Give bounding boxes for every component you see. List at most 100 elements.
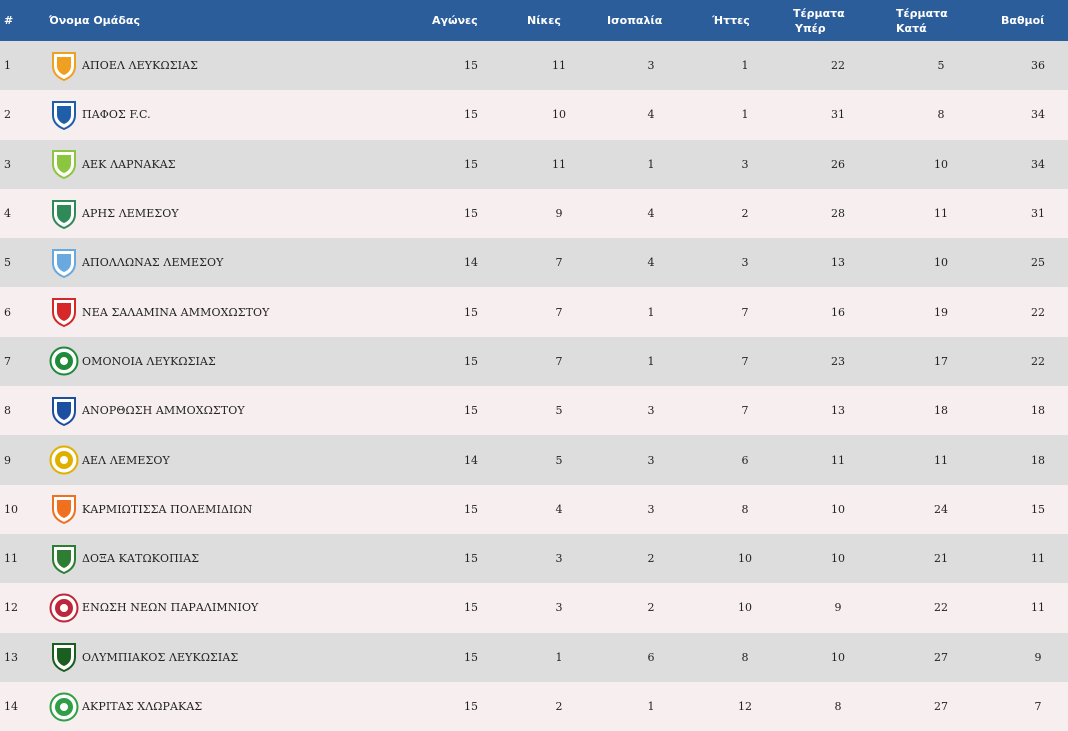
header-wins: Νίκες <box>527 14 561 27</box>
losses-cell: 6 <box>741 453 749 467</box>
played-cell: 15 <box>464 601 478 615</box>
header-goals-against-line1: Τέρματα <box>896 6 948 20</box>
wins-cell: 9 <box>555 207 563 221</box>
team-name[interactable]: ΑΕΛ ΛΕΜΕΣΟΥ <box>82 435 170 484</box>
doxa-crest-icon <box>48 534 80 583</box>
played-cell: 14 <box>464 256 478 270</box>
aris-crest-icon <box>48 189 80 238</box>
table-row[interactable]: 6 ΝΕΑ ΣΑΛΑΜΙΝΑ ΑΜΜΟΧΩΣΤΟΥ 15 7 1 7 16 19… <box>0 287 1068 337</box>
goals-for-cell: 31 <box>831 108 845 122</box>
rank-cell: 5 <box>4 256 11 270</box>
played-cell: 15 <box>464 207 478 221</box>
played-cell: 15 <box>464 305 478 319</box>
team-name[interactable]: ΔΟΞΑ ΚΑΤΩΚΟΠΙΑΣ <box>82 534 199 583</box>
table-row[interactable]: 4 ΑΡΗΣ ΛΕΜΕΣΟΥ 15 9 4 2 28 11 31 <box>0 188 1068 239</box>
rank-cell: 1 <box>4 59 11 73</box>
wins-cell: 7 <box>555 305 563 319</box>
draws-cell: 3 <box>647 502 655 516</box>
draws-cell: 3 <box>647 404 655 418</box>
rank-cell: 6 <box>4 305 11 319</box>
draws-cell: 1 <box>647 354 655 368</box>
table-row[interactable]: 8 ΑΝΟΡΘΩΣΗ ΑΜΜΟΧΩΣΤΟΥ 15 5 3 7 13 18 18 <box>0 386 1068 436</box>
wins-cell: 5 <box>555 453 563 467</box>
team-name[interactable]: ΑΠΟΕΛ ΛΕΥΚΩΣΙΑΣ <box>82 41 198 90</box>
apoel-crest-icon <box>48 41 80 90</box>
rank-cell: 14 <box>4 700 18 713</box>
enp-crest-icon <box>48 583 80 632</box>
table-row[interactable]: 14 ΑΚΡΙΤΑΣ ΧΛΩΡΑΚΑΣ 15 2 1 12 8 27 7 <box>0 681 1068 731</box>
goals-against-cell: 19 <box>934 305 948 319</box>
table-row[interactable]: 13 ΟΛΥΜΠΙΑΚΟΣ ΛΕΥΚΩΣΙΑΣ 15 1 6 8 10 27 9 <box>0 632 1068 682</box>
header-draws: Ισοπαλία <box>607 14 663 27</box>
draws-cell: 2 <box>647 601 655 615</box>
goals-for-cell: 28 <box>831 207 845 221</box>
table-row[interactable]: 3 ΑΕΚ ΛΑΡΝΑΚΑΣ 15 11 1 3 26 10 34 <box>0 139 1068 189</box>
draws-cell: 4 <box>647 207 655 221</box>
points-cell: 34 <box>1031 108 1045 122</box>
goals-against-cell: 27 <box>934 700 948 713</box>
losses-cell: 7 <box>741 404 749 418</box>
played-cell: 15 <box>464 552 478 566</box>
losses-cell: 1 <box>741 59 749 73</box>
goals-against-cell: 22 <box>934 601 948 615</box>
table-row[interactable]: 10 ΚΑΡΜΙΩΤΙΣΣΑ ΠΟΛΕΜΙΔΙΩΝ 15 4 3 8 10 24… <box>0 484 1068 534</box>
wins-cell: 3 <box>555 601 563 615</box>
team-name[interactable]: ΠΑΦΟΣ F.C. <box>82 90 151 139</box>
rank-cell: 11 <box>4 552 18 566</box>
table-row[interactable]: 12 ΕΝΩΣΗ ΝΕΩΝ ΠΑΡΑΛΙΜΝΙΟΥ 15 3 2 10 9 22… <box>0 583 1068 633</box>
goals-against-cell: 11 <box>934 207 948 221</box>
losses-cell: 7 <box>741 305 749 319</box>
omonoia-crest-icon <box>48 337 80 386</box>
header-goals-against-line2: Κατά <box>896 21 927 35</box>
points-cell: 15 <box>1031 502 1045 516</box>
table-row[interactable]: 11 ΔΟΞΑ ΚΑΤΩΚΟΠΙΑΣ 15 3 2 10 10 21 11 <box>0 533 1068 584</box>
team-name[interactable]: ΑΕΚ ΛΑΡΝΑΚΑΣ <box>82 140 176 189</box>
wins-cell: 5 <box>555 404 563 418</box>
team-name[interactable]: ΑΚΡΙΤΑΣ ΧΛΩΡΑΚΑΣ <box>82 682 202 731</box>
losses-cell: 12 <box>738 700 752 713</box>
losses-cell: 8 <box>741 650 749 664</box>
goals-for-cell: 16 <box>831 305 845 319</box>
losses-cell: 1 <box>741 108 749 122</box>
team-name[interactable]: ΕΝΩΣΗ ΝΕΩΝ ΠΑΡΑΛΙΜΝΙΟΥ <box>82 583 258 632</box>
standings-table: # Όνομα Ομάδας Αγώνες Νίκες Ισοπαλία Ήττ… <box>0 0 1068 731</box>
played-cell: 15 <box>464 354 478 368</box>
table-row[interactable]: 1 ΑΠΟΕΛ ΛΕΥΚΩΣΙΑΣ 15 11 3 1 22 5 36 <box>0 41 1068 91</box>
header-rank: # <box>4 14 14 27</box>
played-cell: 15 <box>464 108 478 122</box>
goals-for-cell: 10 <box>831 552 845 566</box>
team-name[interactable]: ΑΝΟΡΘΩΣΗ ΑΜΜΟΧΩΣΤΟΥ <box>82 386 245 435</box>
team-name[interactable]: ΑΡΗΣ ΛΕΜΕΣΟΥ <box>82 189 179 238</box>
team-name[interactable]: ΑΠΟΛΛΩΝΑΣ ΛΕΜΕΣΟΥ <box>82 238 223 287</box>
played-cell: 15 <box>464 650 478 664</box>
wins-cell: 3 <box>555 552 563 566</box>
goals-for-cell: 11 <box>831 453 845 467</box>
team-name[interactable]: ΟΜΟΝΟΙΑ ΛΕΥΚΩΣΙΑΣ <box>82 337 216 386</box>
team-name[interactable]: ΟΛΥΜΠΙΑΚΟΣ ΛΕΥΚΩΣΙΑΣ <box>82 633 238 682</box>
played-cell: 15 <box>464 502 478 516</box>
table-row[interactable]: 5 ΑΠΟΛΛΩΝΑΣ ΛΕΜΕΣΟΥ 14 7 4 3 13 10 25 <box>0 238 1068 288</box>
points-cell: 11 <box>1031 552 1045 566</box>
table-row[interactable]: 2 ΠΑΦΟΣ F.C. 15 10 4 1 31 8 34 <box>0 90 1068 140</box>
played-cell: 15 <box>464 157 478 171</box>
rank-cell: 10 <box>4 502 18 516</box>
anorthosis-crest-icon <box>48 386 80 435</box>
table-row[interactable]: 9 ΑΕΛ ΛΕΜΕΣΟΥ 14 5 3 6 11 11 18 <box>0 435 1068 485</box>
draws-cell: 3 <box>647 59 655 73</box>
team-name[interactable]: ΚΑΡΜΙΩΤΙΣΣΑ ΠΟΛΕΜΙΔΙΩΝ <box>82 485 252 534</box>
rank-cell: 4 <box>4 207 11 221</box>
played-cell: 15 <box>464 59 478 73</box>
table-row[interactable]: 7 ΟΜΟΝΟΙΑ ΛΕΥΚΩΣΙΑΣ 15 7 1 7 23 17 22 <box>0 336 1068 387</box>
header-goals-for-line2: Υπέρ <box>795 21 826 35</box>
team-name[interactable]: ΝΕΑ ΣΑΛΑΜΙΝΑ ΑΜΜΟΧΩΣΤΟΥ <box>82 287 270 336</box>
losses-cell: 10 <box>738 601 752 615</box>
played-cell: 15 <box>464 404 478 418</box>
played-cell: 14 <box>464 453 478 467</box>
wins-cell: 1 <box>555 650 563 664</box>
points-cell: 25 <box>1031 256 1045 270</box>
goals-against-cell: 10 <box>934 157 948 171</box>
goals-for-cell: 26 <box>831 157 845 171</box>
header-points: Βαθμοί <box>1001 14 1045 27</box>
goals-against-cell: 5 <box>937 59 945 73</box>
akritas-crest-icon <box>48 682 80 731</box>
